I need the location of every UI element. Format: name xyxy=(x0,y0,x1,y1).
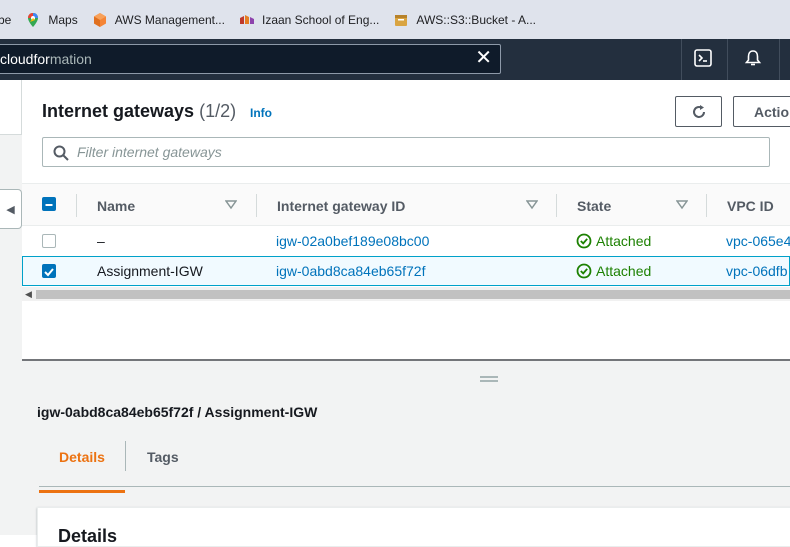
tab-tags[interactable]: Tags xyxy=(147,449,179,477)
table-title: Internet gateways xyxy=(42,101,195,121)
aws-s3-icon xyxy=(393,12,409,28)
cloudshell-icon[interactable] xyxy=(694,49,714,69)
filter-internet-gateways-input[interactable] xyxy=(77,143,757,161)
resize-handle-icon[interactable] xyxy=(480,376,498,382)
maps-pin-icon xyxy=(25,12,41,28)
column-header-state[interactable]: State xyxy=(577,198,611,214)
column-divider xyxy=(556,194,557,217)
nav-divider xyxy=(727,39,728,80)
scroll-left-arrow-icon[interactable]: ◀ xyxy=(25,289,32,300)
cell-name: – xyxy=(97,233,105,249)
bookmark-maps[interactable]: Maps xyxy=(25,12,78,28)
nav-divider xyxy=(681,39,682,80)
cell-state: Attached xyxy=(576,263,651,279)
state-label: Attached xyxy=(596,263,652,279)
details-section-heading: Details xyxy=(58,526,118,546)
table-row[interactable]: – igw-02a0bef189e08bc00 Attached vpc-065… xyxy=(22,226,790,256)
details-tabs: Details Tags xyxy=(39,441,790,493)
cell-state: Attached xyxy=(576,233,651,249)
column-header-igw-id[interactable]: Internet gateway ID xyxy=(277,198,405,214)
details-split-panel: igw-0abd8ca84eb65f72f / Assignment-IGW D… xyxy=(22,361,790,547)
service-search-input[interactable]: cloudformation ✕ xyxy=(0,44,501,74)
cell-igw-id-link[interactable]: igw-0abd8ca84eb65f72f xyxy=(276,263,425,279)
cell-vpc-id-link[interactable]: vpc-065e4 xyxy=(726,233,790,249)
collapse-side-panel-button[interactable]: ◀ xyxy=(0,189,22,229)
table-header-row: Name Internet gateway ID State VPC ID xyxy=(22,183,790,226)
column-header-vpc-id[interactable]: VPC ID xyxy=(727,198,774,214)
bookmark-label: be xyxy=(0,12,12,27)
side-nav-panel xyxy=(0,80,22,135)
bookmark-aws-management[interactable]: AWS Management... xyxy=(92,12,225,28)
column-header-name[interactable]: Name xyxy=(97,198,135,214)
sort-caret-icon[interactable] xyxy=(225,200,237,210)
cell-igw-id-link[interactable]: igw-02a0bef189e08bc00 xyxy=(276,233,429,249)
nav-divider xyxy=(779,39,780,80)
sort-caret-icon[interactable] xyxy=(526,200,538,210)
bookmark-label: Izaan School of Eng... xyxy=(261,12,380,27)
state-label: Attached xyxy=(596,233,652,249)
tab-details[interactable]: Details xyxy=(39,449,125,493)
bookmark-label: Maps xyxy=(48,12,78,27)
side-navigation-strip xyxy=(0,80,22,535)
column-divider xyxy=(256,194,257,217)
horizontal-scrollbar[interactable]: ◀ xyxy=(22,287,790,301)
refresh-button[interactable] xyxy=(675,96,722,127)
search-typed-text: cloudfor xyxy=(0,51,50,67)
filter-bar xyxy=(42,137,770,167)
tab-divider xyxy=(125,441,126,471)
scrollbar-thumb[interactable] xyxy=(36,290,790,299)
bookmarks-bar: be Maps AWS Management... Izaan School o… xyxy=(0,0,790,39)
actions-dropdown-button[interactable]: Actio xyxy=(733,96,790,127)
selection-count: (1/2) xyxy=(199,101,237,121)
bookmark-label: AWS Management... xyxy=(114,12,225,27)
bookmark-aws-s3-bucket[interactable]: AWS::S3::Bucket - A... xyxy=(393,12,536,28)
column-divider xyxy=(706,194,707,217)
page-title: Internet gateways (1/2) xyxy=(42,101,236,122)
info-link[interactable]: Info xyxy=(250,106,272,120)
table-row-selected[interactable]: Assignment-IGW igw-0abd8ca84eb65f72f Att… xyxy=(22,256,790,286)
aws-top-navigation: cloudformation ✕ xyxy=(0,39,790,80)
refresh-icon xyxy=(692,104,705,118)
details-panel-title: igw-0abd8ca84eb65f72f / Assignment-IGW xyxy=(37,404,318,420)
aws-cube-icon xyxy=(92,12,108,28)
bookmark-izaan-school[interactable]: Izaan School of Eng... xyxy=(239,12,379,28)
bookmark-youtube[interactable]: be xyxy=(0,13,11,27)
internet-gateways-table-panel: Internet gateways (1/2) Info Actio Name … xyxy=(22,80,790,360)
sort-caret-icon[interactable] xyxy=(676,200,688,210)
clear-search-icon[interactable]: ✕ xyxy=(475,48,492,68)
status-success-icon xyxy=(576,233,592,249)
cell-vpc-id-link[interactable]: vpc-06dfb xyxy=(726,263,787,279)
search-suggestion-text: mation xyxy=(49,51,92,67)
school-logo-icon xyxy=(239,12,255,28)
cell-name: Assignment-IGW xyxy=(97,263,203,279)
bookmark-label: AWS::S3::Bucket - A... xyxy=(416,12,537,27)
row-checkbox-checked[interactable] xyxy=(42,264,56,278)
search-icon xyxy=(53,145,69,166)
row-checkbox[interactable] xyxy=(42,234,56,248)
chevron-left-icon: ◀ xyxy=(6,203,15,216)
notifications-bell-icon[interactable] xyxy=(744,49,764,69)
column-divider xyxy=(76,194,77,217)
details-container: Details xyxy=(37,507,790,547)
status-success-icon xyxy=(576,263,592,279)
select-all-checkbox[interactable] xyxy=(42,197,56,211)
